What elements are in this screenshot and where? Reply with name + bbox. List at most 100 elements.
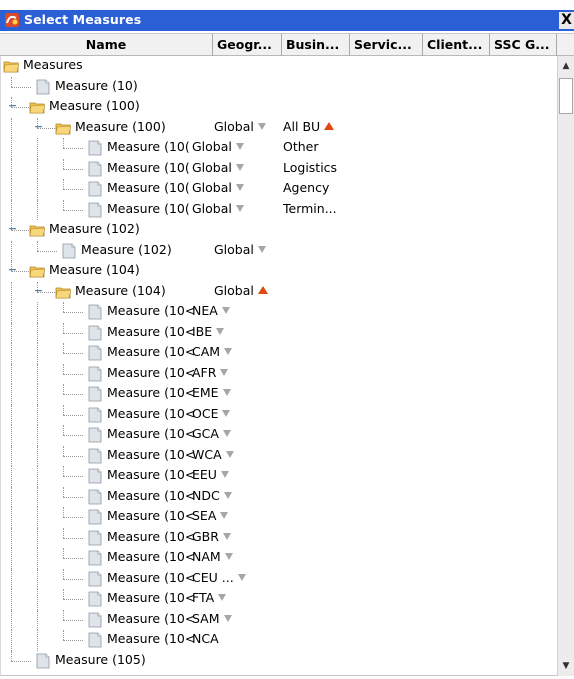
geography-cell[interactable]: WCA bbox=[192, 447, 234, 462]
geography-cell[interactable]: EEU bbox=[192, 467, 229, 482]
tree-item-label[interactable]: Measure (102) bbox=[81, 242, 172, 257]
tree-item-label[interactable]: Measure (10< bbox=[107, 570, 195, 585]
tree-item-row[interactable]: Measure (10< NDC bbox=[1, 486, 557, 507]
geography-cell[interactable]: Global bbox=[214, 119, 266, 134]
tree-item-row[interactable]: Measure (102) Global bbox=[1, 240, 557, 261]
scroll-down-arrow-icon[interactable]: ▼ bbox=[558, 658, 574, 674]
tree-item-label[interactable]: Measure (10< bbox=[107, 447, 195, 462]
tree-item-row[interactable]: Measure (10< SAM bbox=[1, 609, 557, 630]
geography-cell[interactable]: AFR bbox=[192, 365, 229, 380]
tree-item-label[interactable]: Measure (102) bbox=[49, 221, 140, 236]
column-header-name[interactable]: Name bbox=[0, 34, 213, 56]
tree-item-label[interactable]: Measure (10< bbox=[107, 590, 195, 605]
tree-folder-row[interactable]: − Measure (104) Global bbox=[1, 281, 557, 302]
tree-item-row[interactable]: Measure (10< CEU ... bbox=[1, 568, 557, 589]
geography-cell[interactable]: NAM bbox=[192, 549, 233, 564]
tree-item-label[interactable]: Measure (10( bbox=[107, 201, 190, 216]
tree-item-row[interactable]: Measure (10< CAM bbox=[1, 343, 557, 364]
tree-item-row[interactable]: Measure (10< EME bbox=[1, 384, 557, 405]
tree-item-row[interactable]: Measure (10(Global Other bbox=[1, 138, 557, 159]
column-header-client[interactable]: Client... bbox=[423, 34, 490, 56]
tree-item-label[interactable]: Measure (10< bbox=[107, 344, 195, 359]
tree-item-row[interactable]: Measure (10< IBE bbox=[1, 322, 557, 343]
collapse-toggle-icon[interactable]: − bbox=[34, 285, 43, 296]
geography-cell[interactable]: Global bbox=[192, 201, 244, 216]
geography-cell[interactable]: NEA bbox=[192, 303, 230, 318]
tree-folder-row[interactable]: − Measure (100) Global All BU bbox=[1, 117, 557, 138]
tree-item-label[interactable]: Measure (100) bbox=[75, 119, 166, 134]
column-header-service[interactable]: Servic... bbox=[350, 34, 423, 56]
geography-cell[interactable]: IBE bbox=[192, 324, 225, 339]
geography-cell[interactable]: GBR bbox=[192, 529, 231, 544]
tree-item-row[interactable]: Measure (10< NAM bbox=[1, 548, 557, 569]
geography-cell[interactable]: CAM bbox=[192, 344, 233, 359]
collapse-toggle-icon[interactable]: − bbox=[8, 264, 17, 275]
tree-item-row[interactable]: Measure (10< AFR bbox=[1, 363, 557, 384]
measure-tree[interactable]: Measures Measure (10) − Measure (100) − Measu… bbox=[0, 56, 557, 676]
tree-item-label[interactable]: Measure (10< bbox=[107, 611, 195, 626]
tree-item-row[interactable]: Measure (105) bbox=[1, 650, 557, 672]
tree-item-row[interactable]: Measure (10< EEU bbox=[1, 466, 557, 487]
tree-item-label[interactable]: Measure (10< bbox=[107, 488, 195, 503]
tree-item-label[interactable]: Measure (10) bbox=[55, 78, 138, 93]
tree-item-label[interactable]: Measure (10< bbox=[107, 467, 195, 482]
geography-cell[interactable]: EME bbox=[192, 385, 231, 400]
tree-folder-row[interactable]: Measures bbox=[1, 56, 557, 77]
tree-item-label[interactable]: Measure (10( bbox=[107, 139, 190, 154]
geography-cell[interactable]: NDC bbox=[192, 488, 232, 503]
geography-cell[interactable]: SEA bbox=[192, 508, 229, 523]
geography-cell[interactable]: SAM bbox=[192, 611, 232, 626]
geography-cell[interactable]: NCA bbox=[192, 631, 219, 646]
tree-item-label[interactable]: Measures bbox=[23, 57, 83, 72]
business-cell[interactable]: Logistics bbox=[283, 160, 337, 175]
tree-item-label[interactable]: Measure (10< bbox=[107, 385, 195, 400]
tree-item-row[interactable]: Measure (10< OCE bbox=[1, 404, 557, 425]
tree-item-row[interactable]: Measure (10< NCA bbox=[1, 630, 557, 651]
business-cell[interactable]: Agency bbox=[283, 180, 329, 195]
column-header-ssc-group[interactable]: SSC G... bbox=[490, 34, 557, 56]
tree-item-row[interactable]: Measure (10(Global Termin... bbox=[1, 199, 557, 220]
tree-item-row[interactable]: Measure (10< NEA bbox=[1, 302, 557, 323]
tree-item-label[interactable]: Measure (10< bbox=[107, 303, 195, 318]
geography-cell[interactable]: Global bbox=[214, 283, 268, 298]
business-cell[interactable]: Termin... bbox=[283, 201, 337, 216]
tree-item-label[interactable]: Measure (10< bbox=[107, 324, 195, 339]
tree-item-row[interactable]: Measure (10< WCA bbox=[1, 445, 557, 466]
tree-item-label[interactable]: Measure (10< bbox=[107, 508, 195, 523]
geography-cell[interactable]: OCE bbox=[192, 406, 231, 421]
scroll-up-arrow-icon[interactable]: ▲ bbox=[558, 58, 574, 74]
tree-item-label[interactable]: Measure (10< bbox=[107, 631, 195, 646]
column-header-geography[interactable]: Geogr... bbox=[213, 34, 282, 56]
geography-cell[interactable]: GCA bbox=[192, 426, 231, 441]
geography-cell[interactable]: Global bbox=[214, 242, 266, 257]
column-header-business[interactable]: Busin... bbox=[282, 34, 350, 56]
tree-item-row[interactable]: Measure (10< GBR bbox=[1, 527, 557, 548]
collapse-toggle-icon[interactable]: − bbox=[34, 121, 43, 132]
geography-cell[interactable]: FTA bbox=[192, 590, 227, 605]
tree-folder-row[interactable]: − Measure (102) bbox=[1, 220, 557, 241]
tree-folder-row[interactable]: − Measure (100) bbox=[1, 97, 557, 118]
tree-folder-row[interactable]: − Measure (104) bbox=[1, 261, 557, 282]
collapse-toggle-icon[interactable]: − bbox=[8, 223, 17, 234]
tree-item-label[interactable]: Measure (10< bbox=[107, 529, 195, 544]
geography-cell[interactable]: CEU ... bbox=[192, 570, 246, 585]
tree-item-label[interactable]: Measure (10< bbox=[107, 406, 195, 421]
geography-cell[interactable]: Global bbox=[192, 180, 244, 195]
scroll-thumb[interactable] bbox=[559, 78, 573, 114]
tree-item-label[interactable]: Measure (104) bbox=[75, 283, 166, 298]
tree-item-label[interactable]: Measure (10< bbox=[107, 426, 195, 441]
tree-item-label[interactable]: Measure (10< bbox=[107, 365, 195, 380]
tree-item-row[interactable]: Measure (10< FTA bbox=[1, 589, 557, 610]
business-cell[interactable]: All BU bbox=[283, 119, 335, 134]
tree-item-label[interactable]: Measure (10( bbox=[107, 160, 190, 175]
geography-cell[interactable]: Global bbox=[192, 139, 244, 154]
tree-item-row[interactable]: Measure (10) bbox=[1, 76, 557, 98]
vertical-scrollbar[interactable]: ▲ ▼ bbox=[557, 56, 574, 676]
tree-item-row[interactable]: Measure (10(Global Agency bbox=[1, 179, 557, 200]
tree-item-label[interactable]: Measure (100) bbox=[49, 98, 140, 113]
tree-item-row[interactable]: Measure (10(Global Logistics bbox=[1, 158, 557, 179]
tree-item-label[interactable]: Measure (105) bbox=[55, 652, 146, 667]
tree-item-label[interactable]: Measure (104) bbox=[49, 262, 140, 277]
tree-item-row[interactable]: Measure (10< SEA bbox=[1, 507, 557, 528]
tree-item-label[interactable]: Measure (10( bbox=[107, 180, 190, 195]
